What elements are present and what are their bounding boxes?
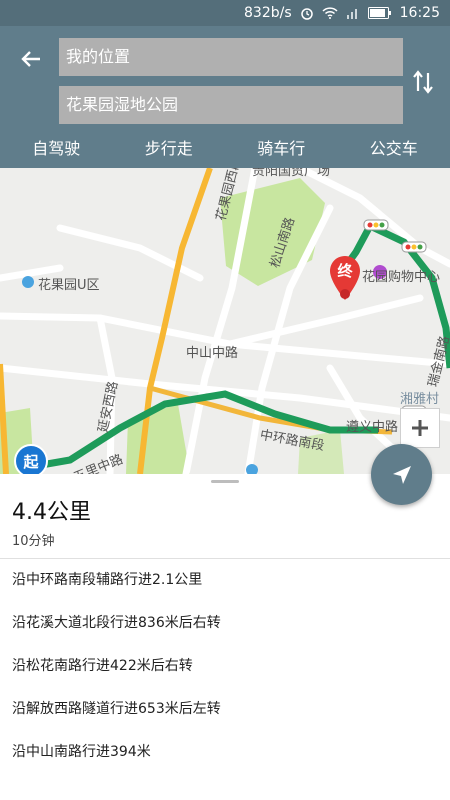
tab-walk[interactable]: 步行走 — [113, 130, 226, 168]
battery-icon — [367, 7, 392, 19]
route-duration: 10分钟 — [12, 534, 55, 549]
bus-stop-icon — [22, 276, 34, 288]
status-bar: 832b/s 16:25 — [0, 0, 450, 26]
route-step: 沿松花南路行进422米后右转 — [12, 658, 193, 674]
end-marker-label: 终 — [337, 262, 353, 280]
route-step: 沿中环路南段辅路行进2.1公里 — [12, 572, 203, 588]
network-speed: 832b/s — [244, 5, 292, 21]
tab-drive[interactable]: 自驾驶 — [0, 130, 113, 168]
map-label: 湘雅村 — [400, 392, 440, 407]
start-marker[interactable]: 起 — [14, 444, 48, 474]
map-label: 贵阳国贸广场 — [252, 168, 331, 179]
end-marker[interactable]: 终 — [328, 254, 362, 302]
clock: 16:25 — [399, 5, 440, 21]
navigation-arrow-icon — [392, 465, 411, 484]
map-label: 花果园U区 — [38, 278, 100, 293]
signal-icon — [346, 7, 360, 19]
drag-handle[interactable] — [211, 480, 239, 483]
start-location-field[interactable]: 我的位置 — [59, 38, 403, 76]
route-steps-list: 沿中环路南段辅路行进2.1公里 沿花溪大道北段行进836米后右转 沿松花南路行进… — [0, 559, 450, 774]
tab-bus[interactable]: 公交车 — [338, 130, 450, 168]
back-arrow-icon — [21, 51, 40, 67]
map-view[interactable]: 花果园U区 松山南路 中山中路 延安西路 中环路南段 遵义中路 湘雅村 五里中路… — [0, 168, 450, 474]
traffic-light-icon — [363, 219, 389, 231]
map-label: 中山中路 — [186, 346, 239, 361]
zoom-in-button[interactable] — [400, 408, 440, 448]
travel-mode-tabs: 自驾驶 步行走 骑车行 公交车 — [0, 130, 450, 168]
route-step: 沿解放西路隧道行进653米后左转 — [12, 701, 221, 717]
tab-bike[interactable]: 骑车行 — [225, 130, 338, 168]
destination-field[interactable]: 花果园湿地公园 — [59, 86, 403, 124]
route-step: 沿花溪大道北段行进836米后右转 — [12, 615, 221, 631]
route-summary-panel[interactable]: 4.4公里 10分钟 沿中环路南段辅路行进2.1公里 沿花溪大道北段行进836米… — [0, 474, 450, 800]
plus-icon — [412, 420, 428, 436]
alarm-icon — [300, 6, 314, 20]
swap-arrows-icon — [413, 70, 433, 94]
start-marker-label: 起 — [23, 452, 39, 471]
park-area — [126, 404, 190, 474]
swap-button[interactable] — [408, 66, 438, 98]
route-header: 我的位置 花果园湿地公园 自驾驶 步行走 骑车行 公交车 — [0, 26, 450, 168]
route-distance: 4.4公里 — [12, 500, 91, 525]
wifi-icon — [322, 7, 338, 19]
map-label: 花园购物中心 — [362, 270, 441, 285]
route-step: 沿中山南路行进394米 — [12, 744, 151, 760]
my-location-button[interactable] — [371, 444, 432, 505]
back-button[interactable] — [16, 44, 46, 74]
map-label: 遵义中路 — [346, 420, 399, 435]
traffic-light-icon — [401, 241, 427, 253]
